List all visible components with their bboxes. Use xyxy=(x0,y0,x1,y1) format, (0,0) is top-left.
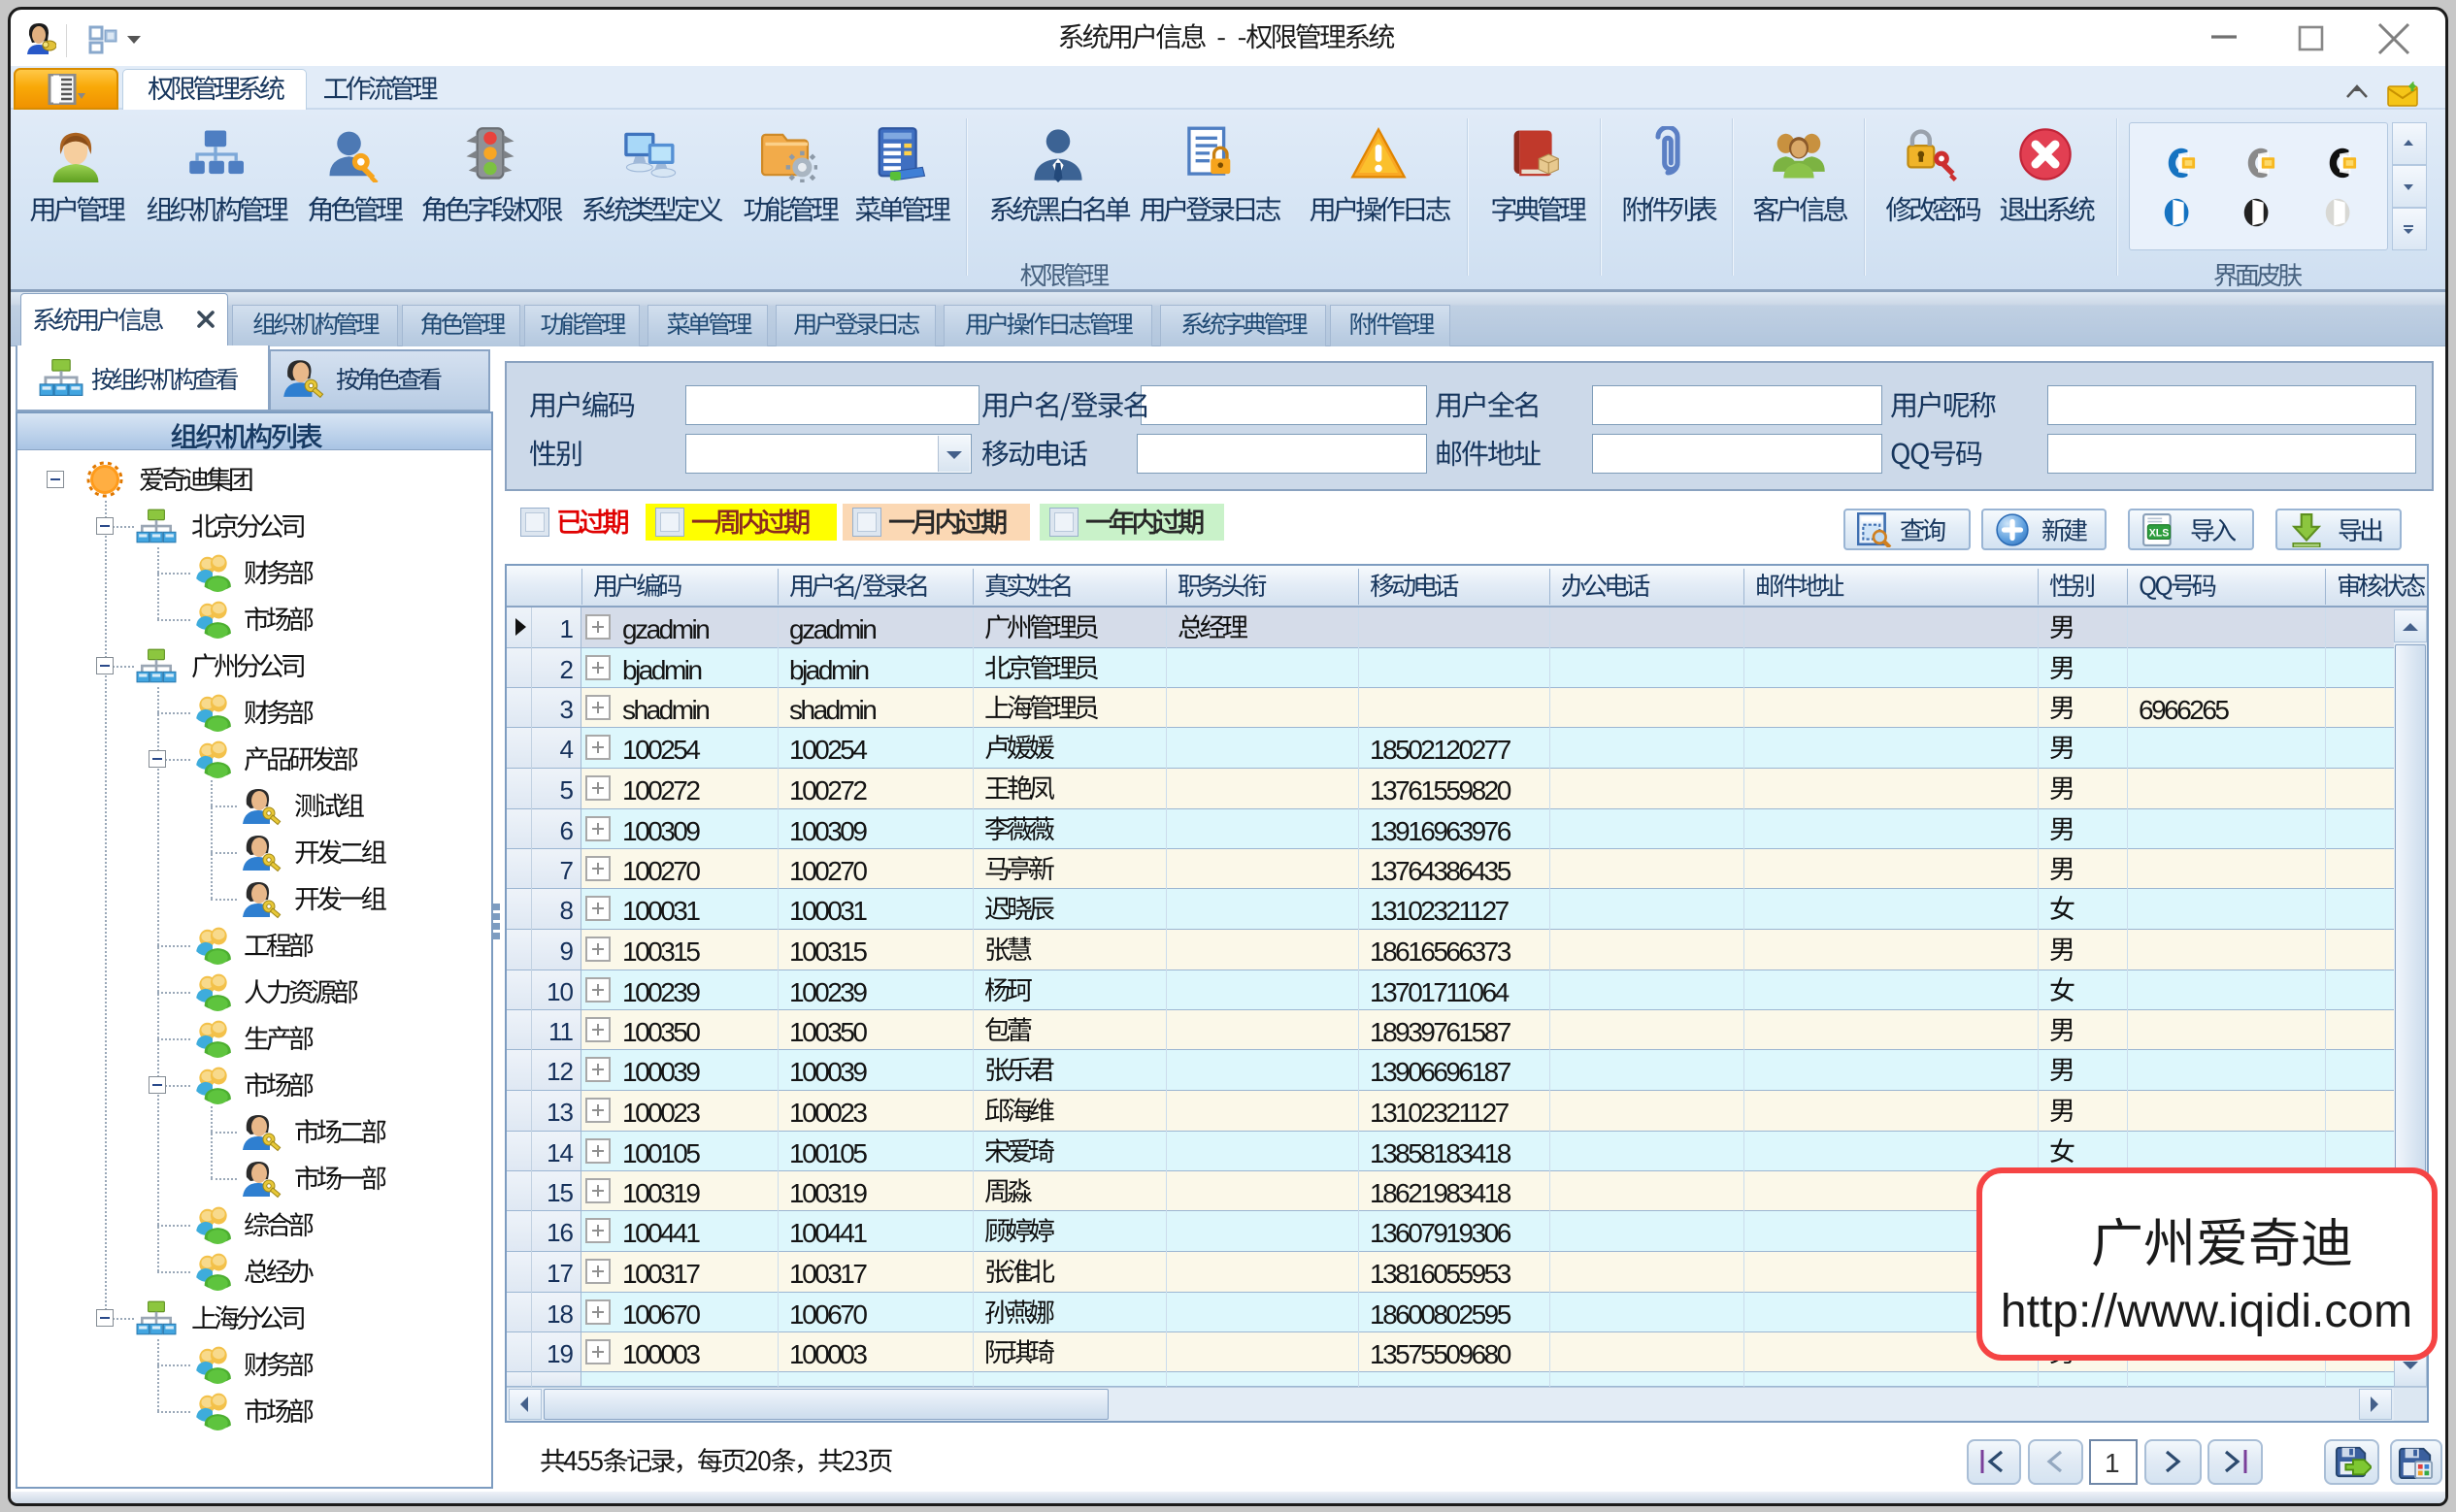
svg-text:XLS: XLS xyxy=(2149,527,2170,539)
